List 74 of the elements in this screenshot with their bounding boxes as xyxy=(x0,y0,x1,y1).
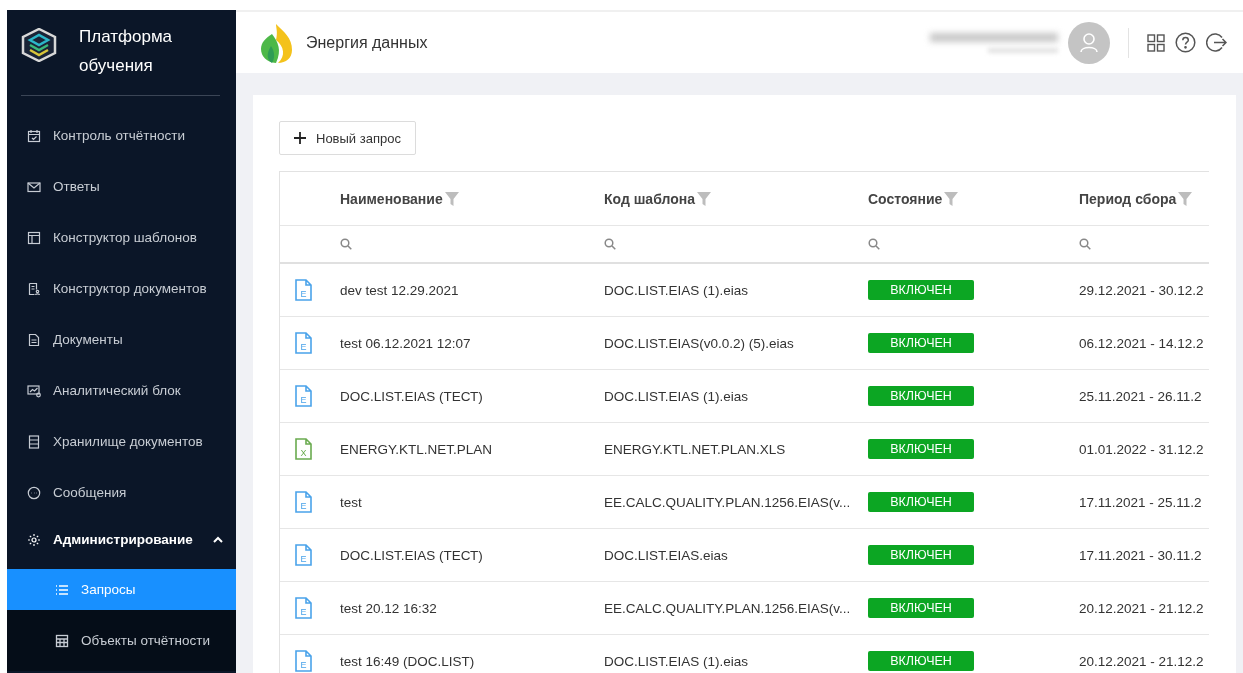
column-header[interactable]: Период сбора xyxy=(1079,190,1177,207)
menu-item[interactable]: Администрирование xyxy=(7,518,236,569)
menu-item[interactable]: Контроль отчётности xyxy=(7,110,236,161)
envelope-icon xyxy=(27,179,41,194)
filter-icon[interactable] xyxy=(696,191,711,206)
status-badge: ВКЛЮЧЕН xyxy=(868,386,974,406)
chart-monitor-icon xyxy=(27,383,41,398)
logout-icon[interactable] xyxy=(1206,32,1227,53)
status-badge: ВКЛЮЧЕН xyxy=(868,280,974,300)
table-cell: EE.CALC.QUALITY.PLAN.1256.EIAS(v... xyxy=(604,600,851,616)
table-cell: DOC.LIST.EIAS (ТЕСТ) xyxy=(340,547,483,563)
table-cell: DOC.LIST.EIAS.eias xyxy=(604,547,728,563)
table-cell: 17.11.2021 - 25.11.2 xyxy=(1079,494,1202,510)
table-cell: 20.12.2021 - 21.12.2 xyxy=(1079,653,1204,669)
table-cell: test 16:49 (DOC.LIST) xyxy=(340,653,475,669)
menu-item[interactable]: Хранилище документов xyxy=(7,416,236,467)
cabinet-icon xyxy=(27,434,41,449)
caret-icon xyxy=(212,536,223,543)
logo-icon xyxy=(21,28,57,62)
menu-item[interactable]: Конструктор шаблонов xyxy=(7,212,236,263)
table-cell: DOC.LIST.EIAS (1).eias xyxy=(604,282,749,298)
status-badge: ВКЛЮЧЕН xyxy=(868,545,974,565)
apps-grid-icon[interactable] xyxy=(1147,33,1165,52)
table-cell: test xyxy=(340,494,362,510)
status-badge: ВКЛЮЧЕН xyxy=(868,651,974,671)
plus-icon xyxy=(294,132,306,144)
status-badge: ВКЛЮЧЕН xyxy=(868,333,974,353)
table-cell: DOC.LIST.EIAS(v0.0.2) (5).eias xyxy=(604,335,794,351)
table-cell: 06.12.2021 - 14.12.2 xyxy=(1079,335,1204,351)
menu-item[interactable]: Аналитический блок xyxy=(7,365,236,416)
table-cell: DOC.LIST.EIAS (1).eias xyxy=(604,653,749,669)
table-cell: 25.11.2021 - 26.11.2 xyxy=(1079,388,1202,404)
table-cell: 17.11.2021 - 30.11.2 xyxy=(1079,547,1202,563)
platform-title: Платформа обучения xyxy=(79,26,174,77)
filter-icon[interactable] xyxy=(444,191,459,206)
table-cell: 01.01.2022 - 31.12.2 xyxy=(1079,441,1204,457)
column-header[interactable]: Наименование xyxy=(340,190,443,207)
table-cell: ENERGY.KTL.NET.PLAN.XLS xyxy=(604,441,786,457)
status-badge: ВКЛЮЧЕН xyxy=(868,492,974,512)
table-icon xyxy=(55,633,69,648)
search-icon[interactable] xyxy=(340,238,352,250)
table-cell: test 06.12.2021 12:07 xyxy=(340,335,471,351)
brand-name: Энергия данных xyxy=(306,33,428,52)
table-cell: test 20.12 16:32 xyxy=(340,600,437,616)
gear-icon xyxy=(27,532,41,547)
table-cell: 20.12.2021 - 21.12.2 xyxy=(1079,600,1204,616)
layout-icon xyxy=(27,230,41,245)
filter-icon[interactable] xyxy=(1178,191,1193,206)
table-cell: DOC.LIST.EIAS (ТЕСТ) xyxy=(340,388,483,404)
status-badge: ВКЛЮЧЕН xyxy=(868,598,974,618)
table-cell: ENERGY.KTL.NET.PLAN xyxy=(340,441,493,457)
status-badge: ВКЛЮЧЕН xyxy=(868,439,974,459)
menu-item[interactable]: Сообщения xyxy=(7,467,236,518)
chat-icon xyxy=(27,485,41,500)
table-cell: dev test 12.29.2021 xyxy=(340,282,459,298)
column-header[interactable]: Состояние xyxy=(868,190,943,207)
new-request-button[interactable]: Новый запрос xyxy=(279,121,416,155)
column-header[interactable]: Код шаблона xyxy=(604,190,695,207)
menu-item[interactable]: Ответы xyxy=(7,161,236,212)
search-icon[interactable] xyxy=(1079,238,1091,250)
table-cell: DOC.LIST.EIAS (1).eias xyxy=(604,388,749,404)
search-icon[interactable] xyxy=(868,238,880,250)
filter-icon[interactable] xyxy=(944,191,959,206)
list-icon xyxy=(55,582,69,597)
calendar-icon xyxy=(27,128,41,143)
search-icon[interactable] xyxy=(604,238,616,250)
menu-item[interactable]: Документы xyxy=(7,314,236,365)
table-cell: EE.CALC.QUALITY.PLAN.1256.EIAS(v... xyxy=(604,494,851,510)
submenu-item[interactable]: Объекты отчётности xyxy=(7,610,236,671)
table-cell: 29.12.2021 - 30.12.2 xyxy=(1079,282,1204,298)
document-icon xyxy=(27,332,41,347)
help-icon[interactable] xyxy=(1175,32,1196,53)
menu-item[interactable]: Конструктор документов xyxy=(7,263,236,314)
document-user-icon xyxy=(27,281,41,296)
